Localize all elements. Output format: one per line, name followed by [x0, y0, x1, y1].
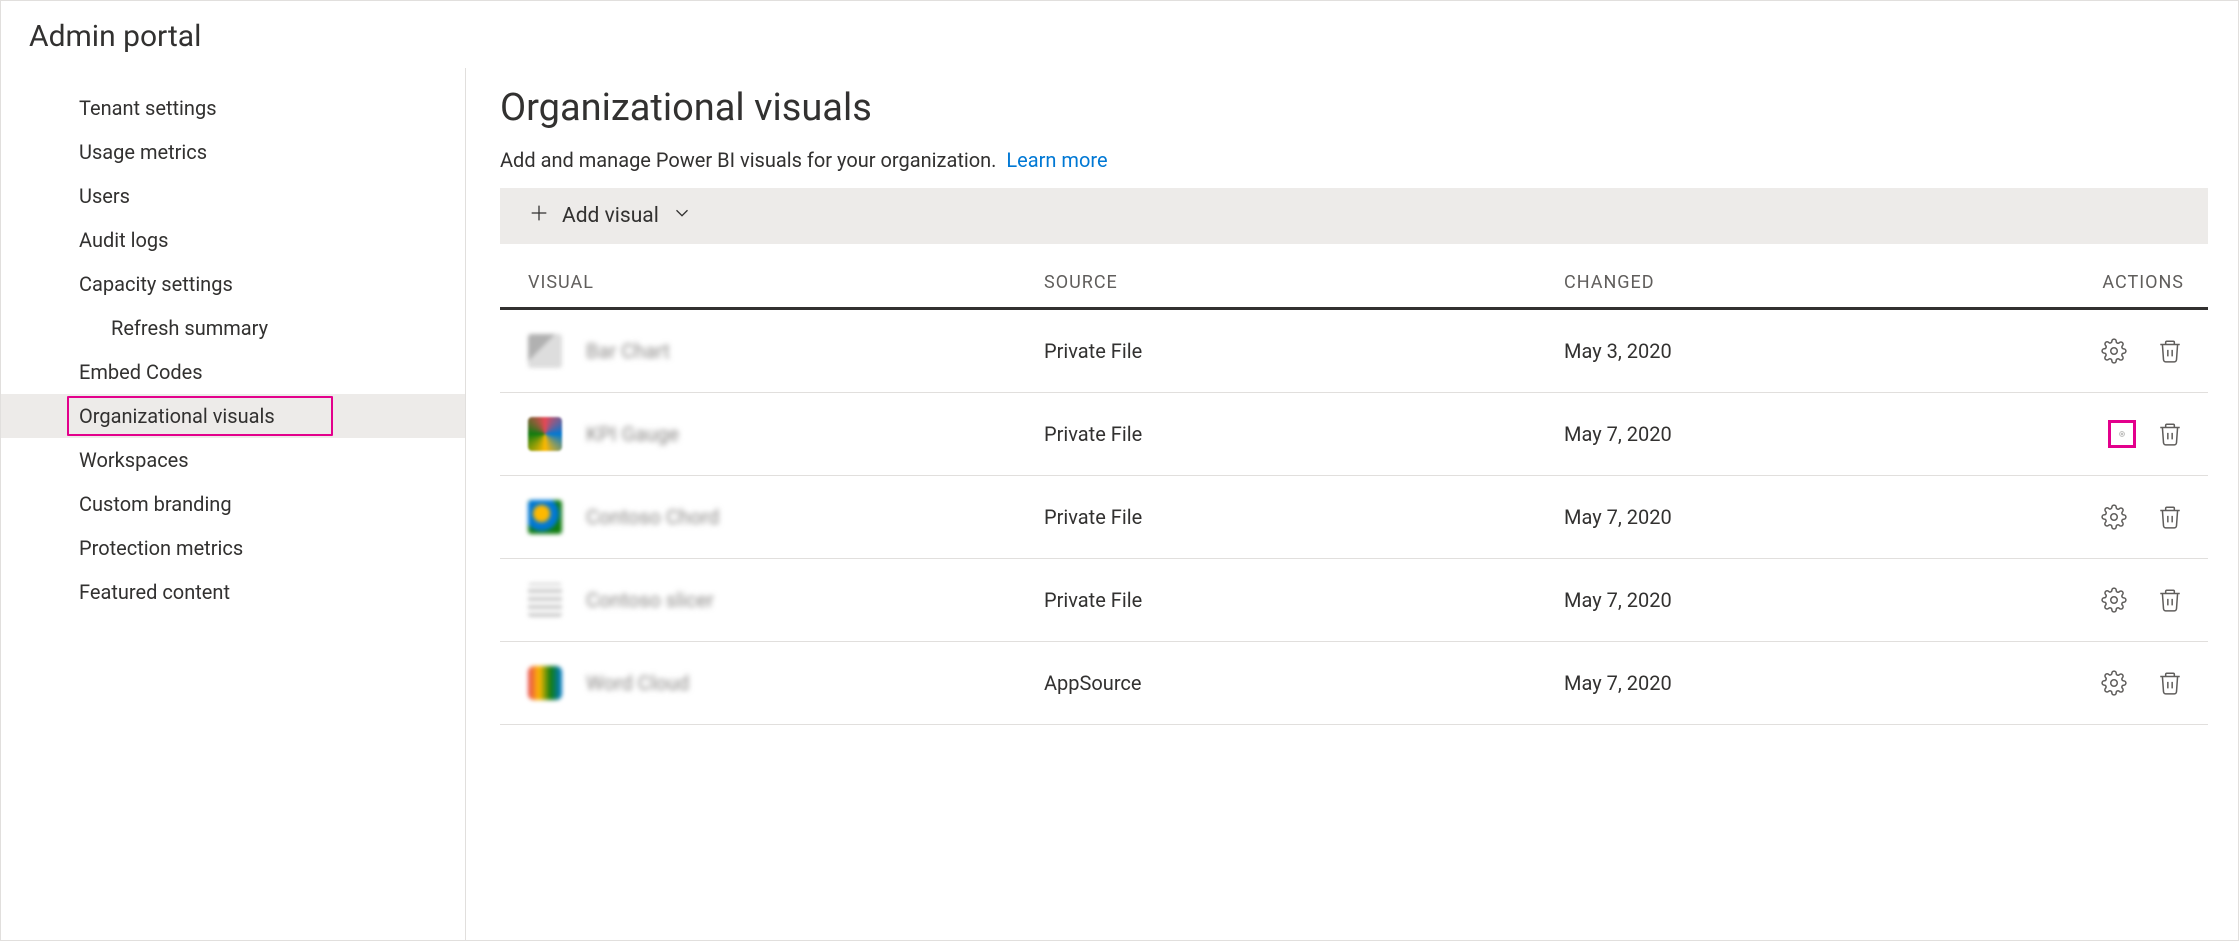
- visual-source: AppSource: [1044, 671, 1564, 695]
- sidebar-item-capacity-settings[interactable]: Capacity settings: [1, 262, 465, 306]
- sidebar-item-label: Custom branding: [79, 492, 232, 516]
- col-header-changed: CHANGED: [1564, 272, 2014, 293]
- sidebar-item-label: Tenant settings: [79, 96, 217, 120]
- sidebar-item-featured-content[interactable]: Featured content: [1, 570, 465, 614]
- sidebar-item-tenant-settings[interactable]: Tenant settings: [1, 86, 465, 130]
- visual-source: Private File: [1044, 339, 1564, 363]
- trash-icon[interactable]: [2156, 337, 2184, 365]
- sidebar-item-audit-logs[interactable]: Audit logs: [1, 218, 465, 262]
- visual-name: Contoso Chord: [586, 505, 719, 529]
- page-header: Admin portal: [1, 1, 2238, 68]
- sidebar-item-workspaces[interactable]: Workspaces: [1, 438, 465, 482]
- sidebar-item-label: Capacity settings: [79, 272, 233, 296]
- trash-icon[interactable]: [2156, 586, 2184, 614]
- visual-name: KPI Gauge: [586, 422, 679, 446]
- sidebar-item-usage-metrics[interactable]: Usage metrics: [1, 130, 465, 174]
- visual-tile-icon: [528, 583, 562, 617]
- visual-changed: May 7, 2020: [1564, 671, 2014, 695]
- visual-changed: May 3, 2020: [1564, 339, 2014, 363]
- page-description: Add and manage Power BI visuals for your…: [500, 148, 2208, 172]
- main-content: Organizational visuals Add and manage Po…: [466, 68, 2238, 940]
- visual-tile-icon: [528, 417, 562, 451]
- visual-source: Private File: [1044, 505, 1564, 529]
- table-row: Contoso Chord Private FileMay 7, 2020: [500, 476, 2208, 559]
- gear-icon[interactable]: [2100, 586, 2128, 614]
- table-row: KPI Gauge Private FileMay 7, 2020: [500, 393, 2208, 476]
- sidebar-item-label: Refresh summary: [111, 316, 268, 340]
- sidebar-item-protection-metrics[interactable]: Protection metrics: [1, 526, 465, 570]
- plus-icon: [528, 202, 550, 230]
- page-description-text: Add and manage Power BI visuals for your…: [500, 148, 996, 172]
- visual-source: Private File: [1044, 422, 1564, 446]
- col-header-source: SOURCE: [1044, 272, 1564, 293]
- visuals-table: VISUAL SOURCE CHANGED ACTIONS Bar Chart P…: [500, 272, 2208, 725]
- sidebar-item-label: Protection metrics: [79, 536, 243, 560]
- visual-source: Private File: [1044, 588, 1564, 612]
- gear-icon[interactable]: [2100, 337, 2128, 365]
- table-row: Contoso slicer Private FileMay 7, 2020: [500, 559, 2208, 642]
- gear-icon[interactable]: [2100, 503, 2128, 531]
- sidebar-item-label: Users: [79, 184, 130, 208]
- trash-icon[interactable]: [2156, 503, 2184, 531]
- visual-changed: May 7, 2020: [1564, 505, 2014, 529]
- sidebar: Tenant settings Usage metrics Users Audit l…: [1, 68, 466, 940]
- visual-name: Bar Chart: [586, 339, 670, 363]
- visual-name: Contoso slicer: [586, 588, 714, 612]
- trash-icon[interactable]: [2156, 669, 2184, 697]
- table-row: Word Cloud AppSourceMay 7, 2020: [500, 642, 2208, 725]
- table-header: VISUAL SOURCE CHANGED ACTIONS: [500, 272, 2208, 310]
- sidebar-item-label: Usage metrics: [79, 140, 207, 164]
- sidebar-item-organizational-visuals[interactable]: Organizational visuals: [1, 394, 465, 438]
- sidebar-item-custom-branding[interactable]: Custom branding: [1, 482, 465, 526]
- chevron-down-icon: [671, 202, 693, 230]
- add-visual-button[interactable]: Add visual: [500, 188, 2208, 244]
- visual-tile-icon: [528, 334, 562, 368]
- visual-name: Word Cloud: [586, 671, 689, 695]
- sidebar-item-label: Embed Codes: [79, 360, 203, 384]
- sidebar-item-label: Workspaces: [79, 448, 189, 472]
- sidebar-item-refresh-summary[interactable]: Refresh summary: [1, 306, 465, 350]
- trash-icon[interactable]: [2156, 420, 2184, 448]
- add-visual-label: Add visual: [562, 204, 659, 228]
- sidebar-item-users[interactable]: Users: [1, 174, 465, 218]
- visual-changed: May 7, 2020: [1564, 422, 2014, 446]
- page-title: Organizational visuals: [500, 86, 2208, 130]
- col-header-actions: ACTIONS: [2014, 272, 2184, 293]
- sidebar-item-label: Organizational visuals: [79, 404, 275, 428]
- visual-tile-icon: [528, 500, 562, 534]
- gear-icon[interactable]: [2100, 669, 2128, 697]
- table-row: Bar Chart Private FileMay 3, 2020: [500, 310, 2208, 393]
- learn-more-link[interactable]: Learn more: [1006, 148, 1107, 172]
- sidebar-item-label: Featured content: [79, 580, 230, 604]
- sidebar-item-label: Audit logs: [79, 228, 168, 252]
- visual-changed: May 7, 2020: [1564, 588, 2014, 612]
- gear-icon[interactable]: [2108, 420, 2136, 448]
- col-header-visual: VISUAL: [524, 272, 1044, 293]
- visual-tile-icon: [528, 666, 562, 700]
- sidebar-item-embed-codes[interactable]: Embed Codes: [1, 350, 465, 394]
